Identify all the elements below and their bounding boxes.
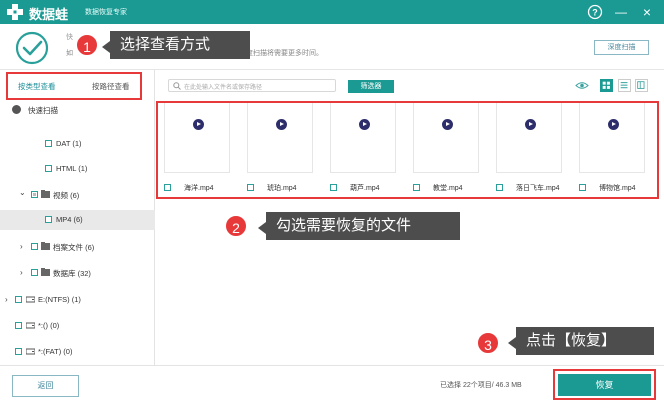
help-icon[interactable]: ? (586, 3, 604, 21)
tree-checkbox[interactable] (12, 105, 21, 114)
filter-button[interactable]: 筛选器 (348, 80, 394, 93)
left-panel: 按类型查看 按路径查看 快速扫描 DAT (1) HTML (1) ⌄ 视频 (… (0, 70, 155, 365)
detail-icon (637, 81, 645, 89)
tree-label: *:(FAT) (0) (38, 347, 73, 356)
annotation-callout-3: 点击【恢复】 (508, 327, 654, 355)
tree-label: 数据库 (32) (53, 269, 91, 278)
annotation-highlight-tabs (6, 72, 142, 100)
chevron-right-icon[interactable]: › (5, 295, 8, 304)
tree-item-mp4[interactable]: MP4 (6) (0, 210, 155, 230)
folder-icon (41, 190, 50, 198)
svg-text:?: ? (592, 8, 598, 18)
scan-header: 快 如 引深度扫描将需要更多时间。 深度扫描 (0, 24, 664, 70)
tree-checkbox[interactable] (45, 140, 52, 147)
tree-item-video[interactable]: ⌄ 视频 (6) (0, 185, 155, 205)
folder-icon (41, 268, 50, 276)
window-title: 数据恢复专家 (85, 9, 127, 16)
annotation-callout-2: 勾选需要恢复的文件 (258, 212, 460, 240)
scan-hint-line1: 快 (66, 34, 73, 41)
tree-item-database[interactable]: › 数据库 (32) (0, 263, 155, 283)
grid-view-button[interactable] (600, 79, 613, 92)
back-button[interactable]: 返回 (12, 375, 79, 397)
chevron-right-icon[interactable]: › (20, 268, 23, 277)
tree-item-quick-scan[interactable]: 快速扫描 (0, 100, 155, 120)
tree-checkbox[interactable] (15, 348, 22, 355)
title-bar: 数据蛙 数据恢复专家 ? — × (0, 0, 664, 24)
scan-hint-line2: 如 引深度扫描将需要更多时间。 (66, 48, 323, 58)
annotation-badge-3: 3 (476, 331, 500, 355)
tree-checkbox[interactable] (45, 216, 52, 223)
deep-scan-button[interactable]: 深度扫描 (594, 40, 649, 55)
app-logo-icon (7, 4, 23, 20)
tree-label: E:(NTFS) (1) (38, 295, 81, 304)
search-icon (173, 82, 181, 90)
chevron-right-icon[interactable]: › (20, 242, 23, 251)
tree-item-dat[interactable]: DAT (1) (0, 134, 155, 154)
tree-label: DAT (1) (56, 139, 82, 148)
search-input[interactable]: 在此处输入文件名或保存路径 (168, 79, 336, 92)
annotation-badge-2: 2 (224, 214, 248, 238)
tree-checkbox[interactable] (15, 322, 22, 329)
tree-label: *:() (0) (38, 321, 60, 330)
close-icon[interactable]: × (638, 3, 656, 21)
drive-icon (26, 296, 35, 303)
tree-item-archives[interactable]: › 档案文件 (6) (0, 237, 155, 257)
tree-label: MP4 (6) (56, 215, 83, 224)
annotation-callout-1: 选择查看方式 (102, 31, 250, 59)
selection-status: 已选择 22个项目/ 46.3 MB (440, 382, 522, 389)
tree-item-drive-unknown[interactable]: *:() (0) (0, 316, 155, 336)
list-icon (620, 82, 628, 89)
annotation-highlight-recover (553, 369, 656, 400)
app-window: 数据蛙 数据恢复专家 ? — × 快 如 引深度扫描将需要更多时间。 深度扫描 … (0, 0, 664, 410)
annotation-badge-1: 1 (75, 33, 99, 57)
tree-label: 视频 (6) (53, 191, 80, 200)
scan-complete-icon (15, 31, 49, 65)
chevron-down-icon[interactable]: ⌄ (19, 188, 26, 197)
search-placeholder: 在此处输入文件名或保存路径 (184, 85, 263, 91)
tree-checkbox[interactable] (15, 296, 22, 303)
folder-icon (41, 242, 50, 250)
eye-icon[interactable] (575, 81, 589, 90)
tree-checkbox[interactable] (31, 243, 38, 250)
tree-item-drive-e[interactable]: › E:(NTFS) (1) (0, 290, 155, 310)
tree-item-drive-fat[interactable]: *:(FAT) (0) (0, 342, 155, 362)
drive-icon (26, 322, 35, 329)
grid-icon (602, 81, 610, 89)
minimize-icon[interactable]: — (612, 3, 630, 21)
tree-label: 快速扫描 (28, 106, 58, 115)
tree-label: 档案文件 (6) (53, 243, 95, 252)
tree-item-html[interactable]: HTML (1) (0, 159, 155, 179)
tree-checkbox[interactable] (31, 269, 38, 276)
app-brand: 数据蛙 (29, 7, 69, 22)
detail-view-button[interactable] (635, 79, 648, 92)
drive-icon (26, 348, 35, 355)
scan-hint-prefix: 如 (66, 50, 73, 57)
annotation-highlight-files (156, 101, 659, 199)
tree-checkbox[interactable] (45, 165, 52, 172)
tree-checkbox[interactable] (31, 191, 38, 198)
tree-label: HTML (1) (56, 164, 88, 173)
list-view-button[interactable] (618, 79, 631, 92)
